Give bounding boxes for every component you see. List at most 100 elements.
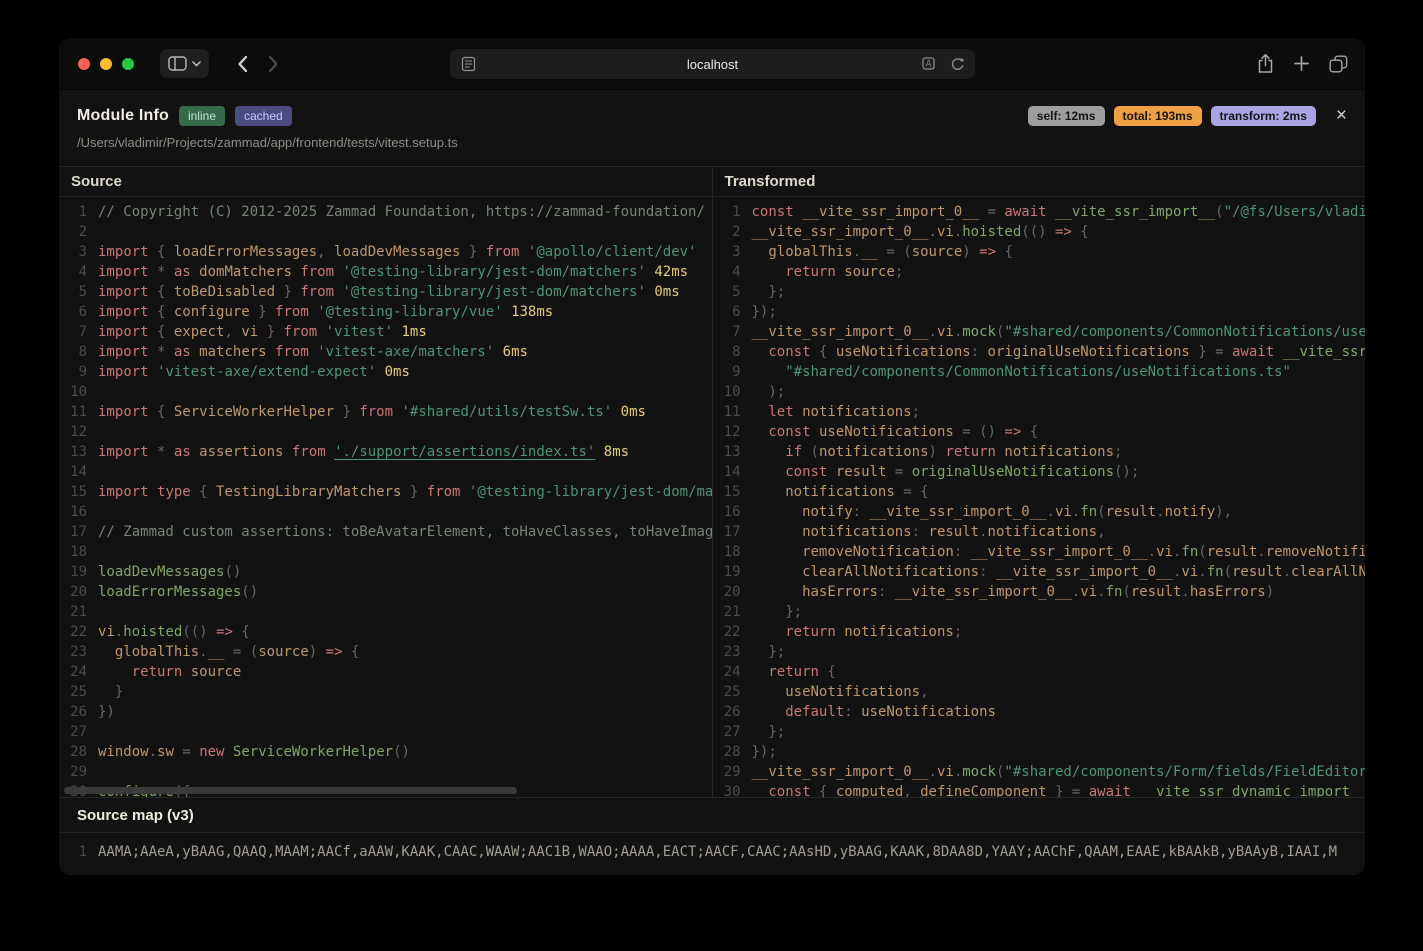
browser-window: localhost A Module Info inline cached se… [59, 38, 1365, 875]
new-tab-icon[interactable] [1293, 55, 1310, 72]
module-link[interactable]: './support/assertions/index.ts' [334, 444, 595, 460]
code-token: (() [1021, 224, 1055, 240]
module-header-row: Module Info inline cached self: 12ms tot… [77, 106, 1347, 126]
code-token: () [241, 584, 259, 600]
code-line: 24 return { [717, 662, 1366, 682]
page-title: Module Info [77, 107, 169, 124]
code-line: 19 clearAllNotifications: __vite_ssr_imp… [717, 562, 1365, 582]
address-bar[interactable]: localhost A [450, 49, 975, 79]
code-line: 8 import * as matchers from 'vitest-axe/m… [63, 342, 712, 362]
code-token: hoisted [962, 224, 1022, 240]
code-line: 26}) [63, 702, 712, 722]
line-number: 5 [78, 284, 87, 300]
code-line: 15 notifications = { [717, 482, 1366, 502]
code-token: notifications [802, 524, 912, 540]
source-map-title: Source map (v3) [59, 798, 1365, 833]
code-line: 28 window.sw = new ServiceWorkerHelper() [63, 742, 712, 762]
line-number: 2 [78, 224, 87, 240]
close-window-button[interactable] [78, 57, 90, 70]
code-token: . [1257, 544, 1266, 560]
line-number: 24 [723, 664, 741, 680]
chevron-right-icon [268, 55, 278, 72]
code-token: ; [953, 624, 963, 640]
reload-icon[interactable] [950, 57, 965, 72]
page-icon[interactable] [461, 56, 476, 72]
share-icon[interactable] [1257, 53, 1274, 74]
code-token: }; [751, 724, 786, 740]
code-token: from [275, 344, 309, 360]
code-token: matchers [199, 344, 267, 360]
code-line: 5 import { toBeDisabled } from '@testing-… [63, 282, 712, 302]
line-number: 4 [732, 264, 741, 280]
code-token: : [911, 524, 929, 540]
code-token: from [426, 484, 461, 500]
code-token: loadDevMessages [98, 564, 225, 580]
code-token: __vite_ssr_import_0__ [995, 564, 1173, 580]
code-line: 18 [63, 542, 712, 562]
tab-overview-icon[interactable] [1329, 55, 1348, 73]
code-token: . [979, 524, 988, 540]
module-info-header: Module Info inline cached self: 12ms tot… [59, 90, 1365, 167]
transformed-panel-title: Transformed [712, 167, 1365, 197]
code-line: 2 __vite_ssr_import_0__.vi.hoisted(() => … [717, 222, 1366, 242]
code-line: 22 vi.hoisted(() => { [63, 622, 712, 642]
minimize-window-button[interactable] [100, 57, 112, 70]
code-line: 9 "#shared/components/CommonNotification… [717, 362, 1366, 382]
code-token: notifications [844, 624, 954, 640]
code-token: "#shared/components/Form/fields/FieldEdi… [1004, 764, 1365, 780]
code-token: as [173, 444, 191, 460]
code-token: { [190, 484, 217, 500]
code-token: await [1088, 784, 1131, 797]
code-token: loadErrorMessages [173, 244, 318, 260]
horizontal-scrollbar[interactable] [64, 787, 517, 794]
zoom-window-button[interactable] [122, 57, 134, 70]
code-token: } [1189, 344, 1216, 360]
code-token: fn [1206, 564, 1224, 580]
code-token: import [98, 444, 149, 460]
code-token: () [979, 424, 1005, 440]
translate-icon[interactable]: A [922, 57, 938, 71]
source-map-section: Source map (v3) 1 AAMA;AAeA,yBAAG,QAAQ,MA… [59, 797, 1365, 875]
close-icon[interactable]: × [1336, 106, 1347, 125]
code-token: => [979, 244, 997, 260]
back-button[interactable] [237, 55, 248, 73]
code-line: 22 return notifications; [717, 622, 1366, 642]
code-line: 3 globalThis.__ = (source) => { [717, 242, 1366, 262]
sidebar-toggle-button[interactable] [160, 49, 209, 78]
line-number: 15 [70, 484, 87, 500]
code-line: 18 removeNotification: __vite_ssr_import… [717, 542, 1365, 562]
code-token: { [148, 244, 174, 260]
line-number: 12 [723, 424, 741, 440]
code-token: } [249, 304, 276, 320]
code-token: result [835, 464, 887, 480]
code-token: '@apollo/client/dev' [527, 244, 697, 260]
line-number: 12 [70, 424, 87, 440]
line-number: 28 [70, 744, 87, 760]
code-token: vi [1181, 564, 1199, 580]
line-number: 1 [732, 204, 741, 220]
line-number: 1 [78, 204, 87, 220]
cached-badge: cached [235, 106, 292, 126]
code-token: . [1071, 584, 1081, 600]
code-token: defineComponent [920, 784, 1047, 797]
forward-button[interactable] [268, 55, 279, 73]
code-line: 1 const __vite_ssr_import_0__ = await __v… [717, 202, 1365, 222]
code-token: , [920, 684, 929, 700]
code-token: fn [1080, 504, 1098, 520]
code-token: 0ms [654, 284, 680, 300]
code-token: from [300, 284, 335, 300]
code-line: 5 }; [717, 282, 1366, 302]
